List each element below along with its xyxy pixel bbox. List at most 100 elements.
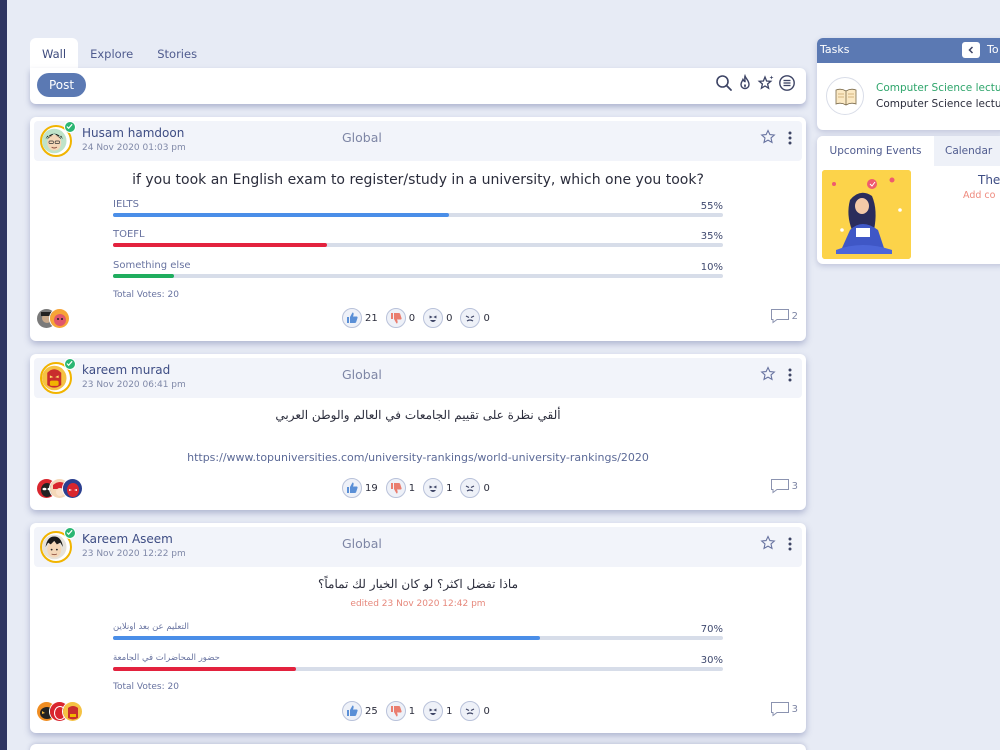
star-icon[interactable] <box>760 366 776 382</box>
star-sparkle-icon[interactable] <box>757 74 775 92</box>
poll-option-fill <box>113 243 327 247</box>
more-options-icon[interactable] <box>788 368 792 382</box>
post-date: 23 Nov 2020 06:41 pm <box>82 380 186 390</box>
author-name[interactable]: Kareem Aseem <box>82 532 173 546</box>
post-header: kareem murad 23 Nov 2020 06:41 pm Global <box>34 358 802 398</box>
like-reaction[interactable]: 21 <box>342 308 378 328</box>
angry-count: 0 <box>483 705 490 717</box>
poll-option[interactable]: Something else 10% <box>113 260 723 284</box>
voter-avatars[interactable] <box>36 701 83 722</box>
laugh-reaction[interactable]: 1 <box>423 478 452 498</box>
dislike-reaction[interactable]: 0 <box>385 308 416 328</box>
tab-upcoming-events[interactable]: Upcoming Events <box>817 136 934 166</box>
comments-button[interactable]: 3 <box>770 478 798 494</box>
like-count: 19 <box>365 482 378 494</box>
event-title-partial[interactable]: The <box>978 173 1000 187</box>
poll-option-track <box>113 274 723 278</box>
like-reaction[interactable]: 19 <box>342 478 378 498</box>
task-course-subtitle: Computer Science lecture <box>876 98 1000 110</box>
list-icon[interactable] <box>778 74 796 92</box>
events-panel: Upcoming Events Calendar The Add co <box>817 136 1000 264</box>
comment-count: 3 <box>791 480 798 492</box>
thumbs-up-icon <box>347 482 358 493</box>
laugh-reaction[interactable]: 1 <box>423 701 452 721</box>
voter-avatars[interactable] <box>36 478 83 499</box>
star-icon[interactable] <box>760 129 776 145</box>
angry-reaction[interactable]: 0 <box>460 478 490 498</box>
tab-stories[interactable]: Stories <box>145 38 209 68</box>
poll-option[interactable]: حضور المحاضرات في الجامعة 30% <box>113 653 723 677</box>
events-tabs: Upcoming Events Calendar <box>817 136 1000 166</box>
tab-calendar[interactable]: Calendar <box>945 136 992 166</box>
laugh-reaction[interactable]: 0 <box>423 308 452 328</box>
tasks-header: Tasks To <box>817 38 1000 63</box>
post-card: Husam hamdoon 24 Nov 2020 01:03 pm Globa… <box>30 117 806 341</box>
poll-option-percent: 70% <box>700 624 723 635</box>
post-button[interactable]: Post <box>37 73 86 97</box>
edited-note: edited 23 Nov 2020 12:42 pm <box>350 599 486 609</box>
post-text: ألقي نظرة على تقييم الجامعات في العالم و… <box>275 408 561 422</box>
course-icon <box>826 77 864 115</box>
left-sidebar-strip <box>0 0 7 750</box>
post-scope: Global <box>342 130 382 145</box>
toolbar-icons <box>715 74 796 92</box>
post-date: 23 Nov 2020 12:22 pm <box>82 549 186 559</box>
poll-option-track <box>113 667 723 671</box>
post-card-partial <box>30 744 806 750</box>
poll-option-percent: 10% <box>700 262 723 273</box>
feed-tabs: Wall Explore Stories <box>30 38 209 68</box>
tasks-tab-partial[interactable]: To <box>987 43 999 56</box>
poll-question: if you took an English exam to register/… <box>132 172 704 188</box>
poll-option[interactable]: التعليم عن بعد اونلاين 70% <box>113 622 723 646</box>
post-scope: Global <box>342 367 382 382</box>
thumbs-up-icon <box>347 312 358 323</box>
angry-face-icon <box>466 315 475 322</box>
post-toolbar: Post <box>30 68 806 104</box>
total-votes: Total Votes: 20 <box>113 682 179 692</box>
more-options-icon[interactable] <box>788 537 792 551</box>
tab-wall[interactable]: Wall <box>30 38 79 68</box>
star-icon[interactable] <box>760 535 776 551</box>
reactions-bar: 19 1 1 0 <box>342 478 498 498</box>
fire-icon[interactable] <box>736 74 754 92</box>
search-icon[interactable] <box>715 74 733 92</box>
comment-icon <box>770 479 789 494</box>
verified-badge-icon <box>64 527 76 539</box>
dislike-count: 0 <box>408 312 416 324</box>
author-name[interactable]: Husam hamdoon <box>82 126 184 140</box>
poll-option[interactable]: TOEFL 35% <box>113 229 723 253</box>
comments-button[interactable]: 3 <box>770 701 798 717</box>
avatar <box>62 701 83 722</box>
poll-option[interactable]: IELTS 55% <box>113 199 723 223</box>
post-link[interactable]: https://www.topuniversities.com/universi… <box>30 451 806 464</box>
comment-count: 3 <box>791 703 798 715</box>
like-reaction[interactable]: 25 <box>342 701 378 721</box>
angry-reaction[interactable]: 0 <box>460 308 490 328</box>
task-course-title[interactable]: Computer Science lecture <box>876 82 1000 94</box>
comment-icon <box>770 702 789 717</box>
event-add-partial[interactable]: Add co <box>963 190 995 201</box>
event-illustration <box>822 170 911 259</box>
angry-face-icon <box>466 485 475 492</box>
tab-explore[interactable]: Explore <box>78 38 145 68</box>
post-scope: Global <box>342 536 382 551</box>
post-header: Husam hamdoon 24 Nov 2020 01:03 pm Globa… <box>34 121 802 161</box>
post-header: Kareem Aseem 23 Nov 2020 12:22 pm Global <box>34 527 802 567</box>
laugh-count: 1 <box>446 705 453 717</box>
poll-question: ماذا تفضل اكثر؟ لو كان الخيار لك تماماً؟ <box>317 577 519 591</box>
poll-option-label: IELTS <box>113 199 139 210</box>
comments-button[interactable]: 2 <box>770 308 798 324</box>
verified-badge-icon <box>64 121 76 133</box>
voter-avatars[interactable] <box>36 308 70 329</box>
more-options-icon[interactable] <box>788 131 792 145</box>
author-name[interactable]: kareem murad <box>82 363 170 377</box>
dislike-reaction[interactable]: 1 <box>385 701 415 721</box>
poll-option-fill <box>113 636 540 640</box>
post-card: Kareem Aseem 23 Nov 2020 12:22 pm Global… <box>30 523 806 733</box>
poll-option-fill <box>113 667 296 671</box>
angry-reaction[interactable]: 0 <box>460 701 490 721</box>
poll-option-fill <box>113 213 449 217</box>
laugh-face-icon <box>429 315 437 322</box>
dislike-reaction[interactable]: 1 <box>385 478 415 498</box>
tasks-prev-button[interactable] <box>962 42 980 58</box>
